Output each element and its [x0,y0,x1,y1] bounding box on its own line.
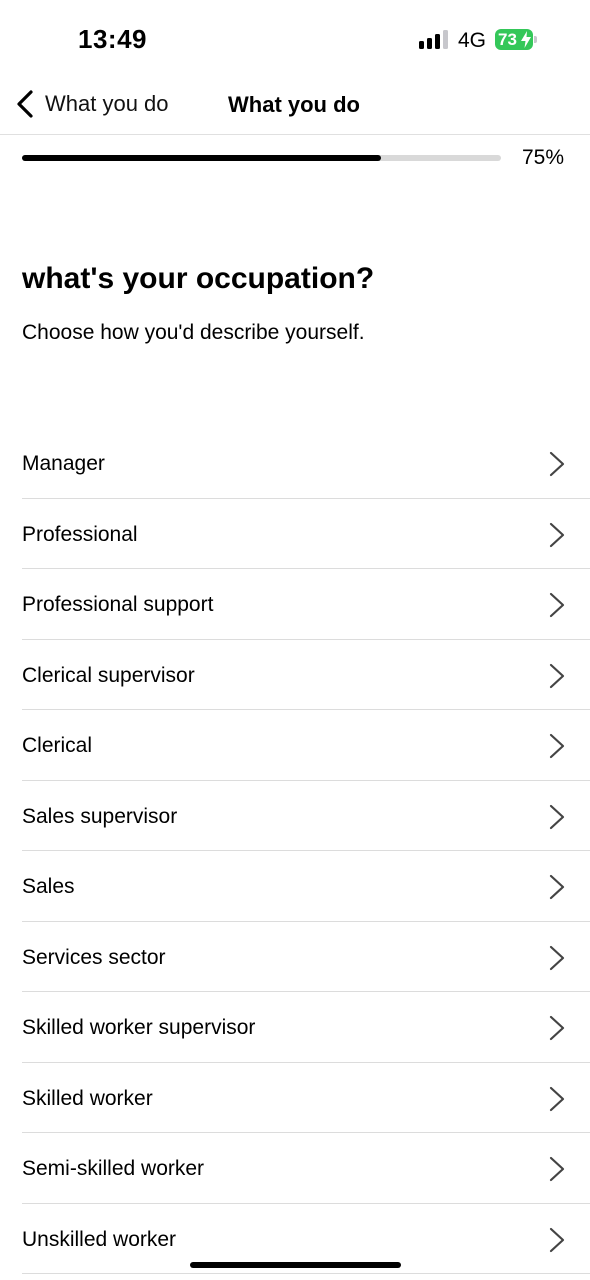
status-bar: 13:49 4G 73 [0,0,590,80]
chevron-right-icon [549,733,565,759]
chevron-right-icon [549,663,565,688]
home-indicator[interactable] [190,1262,401,1268]
back-button[interactable]: What you do [14,86,169,122]
back-button-label: What you do [45,91,169,116]
nav-title: What you do [228,92,360,117]
page-subtitle: Choose how you'd describe yourself. [22,321,365,344]
occupation-item-sales-supervisor[interactable]: Sales supervisor [22,781,590,851]
page-title: what's your occupation? [22,262,375,295]
occupation-item-clerical-supervisor[interactable]: Clerical supervisor [22,640,590,710]
occupation-item-label: Skilled worker supervisor [22,1016,256,1039]
progress-bar-fill [22,155,382,161]
occupation-item-clerical[interactable]: Clerical [22,710,590,781]
chevron-right-icon [549,945,565,970]
occupation-item-professional[interactable]: Professional [22,499,590,569]
occupation-item-label: Skilled worker [22,1086,153,1110]
occupation-item-professional-support[interactable]: Professional support [22,569,590,640]
network-type: 4G [458,29,487,52]
occupation-item-label: Professional [22,522,138,546]
chevron-right-icon [549,874,565,900]
occupation-item-label: Clerical [22,734,93,757]
occupation-item-label: Manager [22,452,105,475]
chevron-right-icon [549,1015,565,1041]
occupation-item-skilled-worker-supervisor[interactable]: Skilled worker supervisor [22,992,590,1063]
battery-level: 73 [498,30,517,49]
occupation-item-label: Services sector [22,945,166,969]
chevron-right-icon [549,1227,565,1252]
progress-bar [22,155,501,161]
navigation-bar: What you do What you do [0,80,590,135]
progress-percentage: 75% [522,146,565,169]
chevron-right-icon [549,1086,565,1111]
charging-bolt-icon [521,31,531,48]
occupation-item-sales[interactable]: Sales [22,851,590,922]
chevron-left-icon [17,90,33,118]
occupation-item-semi-skilled-worker[interactable]: Semi-skilled worker [22,1133,590,1204]
occupation-item-label: Professional support [22,593,214,616]
occupation-item-label: Sales supervisor [22,804,178,828]
battery-icon: 73 [495,29,537,50]
occupation-item-services-sector[interactable]: Services sector [22,922,590,992]
signal-strength-icon [419,30,449,49]
occupation-item-label: Semi-skilled worker [22,1157,205,1180]
occupation-item-label: Clerical supervisor [22,663,195,687]
occupation-item-label: Unskilled worker [22,1227,177,1251]
occupation-item-label: Sales [22,875,75,898]
chevron-right-icon [549,1156,565,1182]
status-time: 13:49 [78,24,147,54]
occupation-item-manager[interactable]: Manager [22,428,590,499]
occupation-list: Manager Professional Professional suppor… [22,428,590,1274]
chevron-right-icon [549,451,565,477]
occupation-item-skilled-worker[interactable]: Skilled worker [22,1063,590,1133]
chevron-right-icon [549,592,565,618]
chevron-right-icon [549,522,565,547]
chevron-right-icon [549,804,565,829]
